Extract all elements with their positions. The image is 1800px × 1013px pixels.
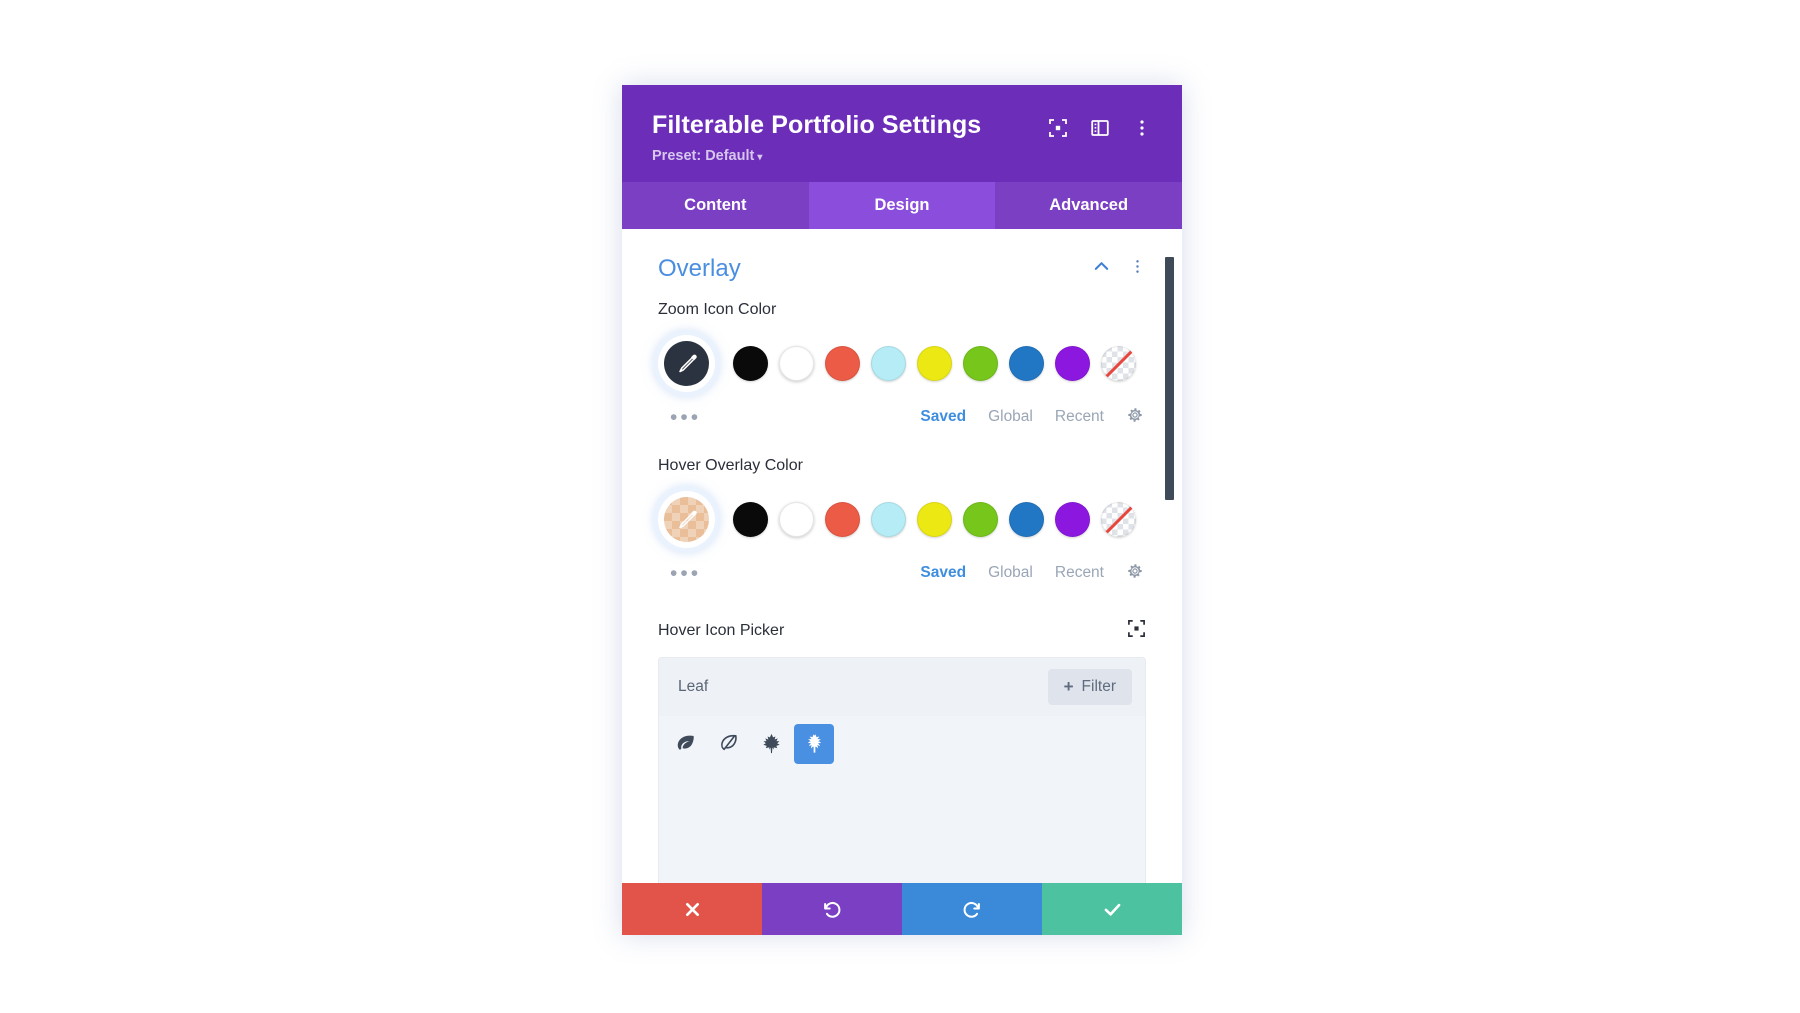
swatch-coral[interactable] (825, 345, 860, 381)
expand-icon[interactable] (1127, 619, 1146, 643)
eyedropper-swatch-selected[interactable] (658, 334, 715, 392)
palette-tab-saved[interactable]: Saved (920, 564, 966, 582)
more-vertical-icon[interactable] (1132, 118, 1152, 138)
field-label: Zoom Icon Color (658, 300, 777, 318)
field-label: Hover Icon Picker (658, 621, 785, 639)
gear-icon[interactable] (1126, 406, 1144, 429)
redo-icon (963, 902, 980, 918)
leaf-outline-icon[interactable] (708, 724, 748, 764)
page-title: Filterable Portfolio Settings (652, 111, 982, 139)
swatch-white[interactable] (779, 501, 814, 537)
screen: Filterable Portfolio Settings Preset: De… (0, 0, 1800, 1013)
scrollbar-thumb[interactable] (1165, 256, 1174, 500)
swatch-light-cyan[interactable] (871, 345, 906, 381)
palette-tab-global[interactable]: Global (988, 408, 1033, 426)
swatch-light-cyan[interactable] (871, 501, 906, 537)
swatch-black[interactable] (733, 501, 768, 537)
undo-button[interactable] (762, 883, 902, 935)
picker-header: Hover Icon Picker (658, 619, 1146, 643)
section-title[interactable]: Overlay (658, 255, 741, 283)
chevron-up-icon[interactable] (1092, 257, 1111, 281)
swatch-green[interactable] (963, 501, 998, 537)
swatch-coral[interactable] (825, 501, 860, 537)
panel-header-text: Filterable Portfolio Settings Preset: De… (652, 111, 981, 164)
filter-button-label: Filter (1081, 677, 1116, 695)
close-icon (685, 902, 699, 916)
preset-selector[interactable]: Preset: Default ▾ (652, 148, 981, 164)
expand-icon[interactable] (1048, 118, 1068, 138)
chevron-down-icon: ▾ (757, 151, 763, 163)
tab-design[interactable]: Design (808, 181, 996, 229)
gear-glyph (1128, 408, 1142, 422)
tab-advanced[interactable]: Advanced (995, 182, 1182, 229)
panel-header: Filterable Portfolio Settings Preset: De… (622, 85, 1182, 182)
tab-content[interactable]: Content (622, 182, 809, 229)
gear-icon[interactable] (1126, 562, 1144, 585)
palette-bar: ••• Saved Global Recent (658, 406, 1146, 429)
field-hover-icon-picker: Hover Icon Picker + (658, 619, 1146, 883)
save-button[interactable] (1042, 883, 1182, 935)
icon-search-input[interactable] (672, 673, 1048, 700)
swatch-purple[interactable] (1055, 501, 1090, 537)
settings-scroll-area: Overlay Zoom Icon Color ••• Saved Global… (622, 228, 1182, 883)
more-colors-ellipsis[interactable]: ••• (670, 407, 701, 428)
field-zoom-icon-color: Zoom Icon Color ••• Saved Global Recent (658, 301, 1146, 429)
swatch-green[interactable] (963, 345, 998, 381)
redo-button[interactable] (902, 883, 1042, 935)
palette-tab-recent[interactable]: Recent (1055, 564, 1104, 582)
field-label: Hover Overlay Color (658, 456, 803, 474)
cancel-button[interactable] (622, 883, 762, 935)
undo-icon (824, 902, 841, 918)
color-swatch-row (658, 490, 1146, 548)
field-hover-overlay-color: Hover Overlay Color ••• Saved Global Rec… (658, 457, 1146, 585)
color-swatch-row (658, 334, 1146, 392)
swatch-white[interactable] (779, 345, 814, 381)
selected-color-preview (664, 496, 709, 542)
section-header-overlay: Overlay (658, 251, 1146, 301)
swatch-yellow[interactable] (917, 501, 952, 537)
check-icon (1104, 903, 1120, 916)
preset-label: Preset: Default (652, 147, 755, 164)
icon-results-grid (659, 715, 1145, 883)
tab-bar: Content Design Advanced (622, 181, 1182, 229)
swatch-transparent[interactable] (1101, 345, 1136, 381)
settings-content: Overlay Zoom Icon Color ••• Saved Global… (622, 229, 1182, 883)
palette-tabs: Saved Global Recent (920, 562, 1144, 585)
layout-panel-icon[interactable] (1090, 118, 1110, 138)
swatch-blue[interactable] (1009, 501, 1044, 537)
eyedropper-icon (678, 510, 697, 529)
more-colors-ellipsis[interactable]: ••• (670, 563, 701, 584)
filter-button[interactable]: + Filter (1047, 668, 1132, 705)
gear-glyph (1128, 564, 1142, 578)
maple-leaf-icon[interactable] (751, 724, 791, 764)
scrollbar[interactable] (1165, 229, 1178, 883)
swatch-purple[interactable] (1055, 345, 1090, 381)
palette-tab-saved[interactable]: Saved (920, 408, 966, 426)
icon-picker-box: + Filter (658, 656, 1146, 883)
palette-tab-global[interactable]: Global (988, 564, 1033, 582)
panel-header-actions (1048, 111, 1152, 138)
eyedropper-swatch-selected[interactable] (658, 490, 715, 548)
panel-footer (622, 883, 1182, 935)
selected-color-preview (664, 340, 709, 386)
swatch-yellow[interactable] (917, 345, 952, 381)
palette-tab-recent[interactable]: Recent (1055, 408, 1104, 426)
swatch-transparent[interactable] (1101, 501, 1136, 537)
plus-icon: + (1063, 677, 1074, 697)
section-header-actions (1092, 257, 1146, 281)
module-settings-panel: Filterable Portfolio Settings Preset: De… (622, 85, 1182, 935)
icon-picker-toolbar: + Filter (659, 657, 1145, 716)
swatch-blue[interactable] (1009, 345, 1044, 381)
leaf-filled-icon[interactable] (665, 724, 705, 764)
palette-tabs: Saved Global Recent (920, 406, 1144, 429)
eyedropper-icon (678, 354, 697, 373)
swatch-black[interactable] (733, 345, 768, 381)
palette-bar: ••• Saved Global Recent (658, 562, 1146, 585)
leaf-branch-icon[interactable] (794, 723, 834, 764)
more-vertical-icon[interactable] (1129, 258, 1146, 280)
